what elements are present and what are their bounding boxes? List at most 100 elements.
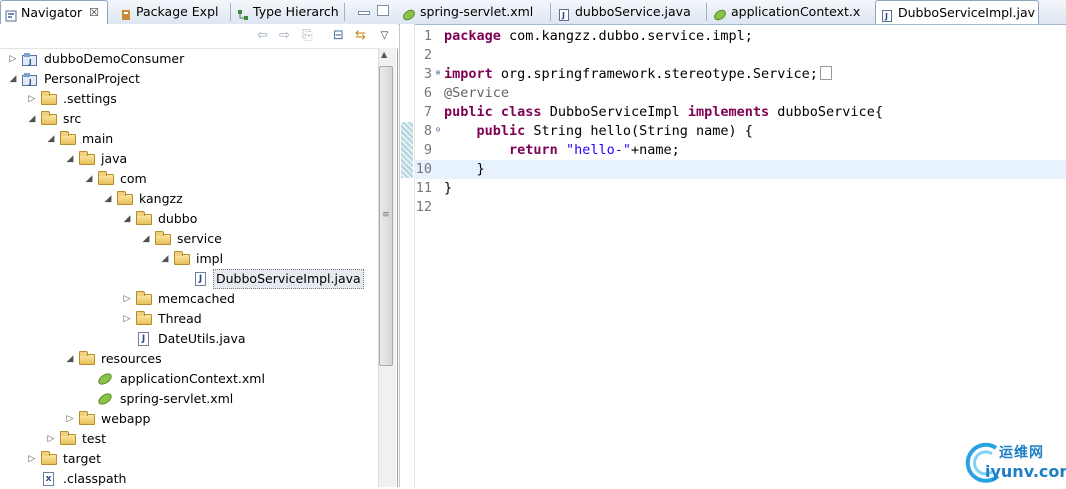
back-arrow-icon[interactable]: ⇦ bbox=[255, 29, 270, 43]
expand-arrow-icon[interactable]: ▷ bbox=[27, 449, 37, 469]
tab-navigator[interactable]: Navigator ☒ bbox=[0, 0, 108, 24]
tree-item[interactable]: ◢ dubbo bbox=[0, 209, 378, 229]
tree-item[interactable]: ◢ service bbox=[0, 229, 378, 249]
tree-item[interactable]: ▷ Thread bbox=[0, 309, 378, 329]
tab-package-explorer[interactable]: Package Expl bbox=[116, 0, 228, 23]
forward-arrow-icon[interactable]: ⇨ bbox=[277, 29, 292, 43]
collapse-arrow-icon[interactable]: ◢ bbox=[65, 349, 75, 369]
tab-applicationcontext-xml[interactable]: applicationContext.x bbox=[709, 0, 869, 23]
collapse-all-icon[interactable]: ⊟ bbox=[331, 29, 346, 43]
tree-item[interactable]: ▷ target bbox=[0, 449, 378, 469]
tree-item-label: PersonalProject bbox=[44, 71, 140, 86]
line-number: 11 bbox=[415, 180, 432, 196]
tree-item[interactable]: ▷ test bbox=[0, 429, 378, 449]
spring-xml-icon bbox=[714, 5, 726, 21]
tree-item[interactable]: ◢ impl bbox=[0, 249, 378, 269]
expand-arrow-icon[interactable]: ▷ bbox=[27, 89, 37, 109]
tab-separator bbox=[706, 3, 707, 21]
tab-label: dubboService.java bbox=[575, 4, 691, 19]
code-text: return "hello-"+name; bbox=[444, 141, 680, 160]
tree-item[interactable]: ◢ com bbox=[0, 169, 378, 189]
collapse-arrow-icon[interactable]: ◢ bbox=[46, 129, 56, 149]
expand-arrow-icon[interactable]: ▷ bbox=[122, 309, 132, 329]
tree-item-label: applicationContext.xml bbox=[120, 371, 265, 386]
left-tab-bar: Navigator ☒ Package Expl Type Hierarch bbox=[0, 0, 398, 25]
tree-item[interactable]: ◢ kangzz bbox=[0, 189, 378, 209]
project-icon: J bbox=[22, 72, 38, 86]
type-hierarchy-icon bbox=[237, 5, 249, 20]
collapse-arrow-icon[interactable]: ◢ bbox=[8, 69, 18, 89]
code-text: public String hello(String name) { bbox=[444, 122, 753, 141]
expand-arrow-icon[interactable]: ▷ bbox=[8, 49, 18, 69]
tree-item-label: java bbox=[101, 151, 128, 166]
collapse-arrow-icon[interactable]: ◢ bbox=[65, 149, 75, 169]
expand-arrow-icon[interactable]: ▷ bbox=[122, 289, 132, 309]
tree-item[interactable]: J DubboServiceImpl.java bbox=[0, 269, 378, 289]
maximize-button[interactable] bbox=[377, 5, 389, 16]
java-file-icon: J bbox=[881, 6, 893, 22]
tree-item[interactable]: ◢ java bbox=[0, 149, 378, 169]
minimize-button[interactable] bbox=[358, 11, 370, 15]
fold-collapse-icon[interactable]: ⊖ bbox=[434, 126, 442, 134]
fold-expand-icon[interactable]: ⊕ bbox=[434, 69, 442, 77]
tree-item-label: dubboDemoConsumer bbox=[44, 51, 185, 66]
watermark-text-top: 运维网 bbox=[999, 445, 1044, 461]
collapse-arrow-icon[interactable]: ◢ bbox=[84, 169, 94, 189]
tab-dubboservice-java[interactable]: J dubboService.java bbox=[553, 0, 703, 23]
expand-arrow-icon[interactable]: ▷ bbox=[65, 409, 75, 429]
go-into-icon[interactable]: ⎘ bbox=[300, 29, 315, 43]
folded-imports-icon[interactable] bbox=[819, 66, 832, 80]
tree-item-label: memcached bbox=[158, 291, 235, 306]
close-icon[interactable]: ☒ bbox=[89, 1, 99, 24]
tab-type-hierarchy[interactable]: Type Hierarch bbox=[233, 0, 343, 23]
tree-item[interactable]: spring-servlet.xml bbox=[0, 389, 378, 409]
folder-icon bbox=[60, 431, 76, 445]
tree-item[interactable]: ▷ webapp bbox=[0, 409, 378, 429]
tree-item[interactable]: x .classpath bbox=[0, 469, 378, 489]
java-file-icon: J bbox=[558, 5, 570, 21]
navigator-icon bbox=[5, 6, 17, 22]
tree-item[interactable]: ◢ resources bbox=[0, 349, 378, 369]
tree-item[interactable]: ▷ memcached bbox=[0, 289, 378, 309]
tree-item[interactable]: ▷ .settings bbox=[0, 89, 378, 109]
tree-item[interactable]: ▷ JdubboDemoConsumer bbox=[0, 49, 378, 69]
svg-text:J: J bbox=[561, 11, 565, 20]
tree-item[interactable]: applicationContext.xml bbox=[0, 369, 378, 389]
link-with-editor-icon[interactable]: ⇆ bbox=[353, 29, 368, 43]
tree-item[interactable]: ◢ main bbox=[0, 129, 378, 149]
folder-icon bbox=[60, 131, 76, 145]
keyword-token: public bbox=[476, 123, 526, 139]
editor-tab-bar: spring-servlet.xml J dubboService.java a… bbox=[398, 0, 1066, 25]
tab-spring-servlet-xml[interactable]: spring-servlet.xml bbox=[398, 0, 548, 23]
tree-item-label: test bbox=[82, 431, 107, 446]
keyword-token: class bbox=[500, 104, 542, 120]
line-number: 9 bbox=[423, 142, 432, 158]
view-menu-icon[interactable]: ▽ bbox=[377, 29, 392, 43]
collapse-arrow-icon[interactable]: ◢ bbox=[160, 249, 170, 269]
collapse-arrow-icon[interactable]: ◢ bbox=[141, 229, 151, 249]
code-token: } bbox=[444, 180, 453, 196]
tree-item-label: Thread bbox=[158, 311, 202, 326]
spring-xml-icon bbox=[98, 392, 112, 406]
collapse-arrow-icon[interactable]: ◢ bbox=[122, 209, 132, 229]
tree-item-label: .settings bbox=[63, 91, 117, 106]
tree-item-label: resources bbox=[101, 351, 162, 366]
scroll-up-icon[interactable]: ▲ bbox=[381, 50, 387, 59]
tree-item[interactable]: ◢ J PersonalProject bbox=[0, 69, 378, 89]
collapse-arrow-icon[interactable]: ◢ bbox=[103, 189, 113, 209]
folder-icon bbox=[41, 451, 57, 465]
code-token: org.springframework.stereotype.Service; bbox=[492, 66, 818, 82]
tree-item-label: DubboServiceImpl.java bbox=[213, 269, 364, 289]
tab-dubboserviceimpl-java[interactable]: J DubboServiceImpl.jav bbox=[875, 0, 1039, 24]
collapse-arrow-icon[interactable]: ◢ bbox=[27, 109, 37, 129]
folder-icon bbox=[41, 91, 57, 105]
annotation-ruler[interactable] bbox=[400, 24, 415, 487]
expand-arrow-icon[interactable]: ▷ bbox=[46, 429, 56, 449]
code-token: String hello(String name) { bbox=[525, 123, 753, 139]
tree-item[interactable]: ◢ src bbox=[0, 109, 378, 129]
tree-item[interactable]: J DateUtils.java bbox=[0, 329, 378, 349]
tree-item-label: dubbo bbox=[158, 211, 198, 226]
